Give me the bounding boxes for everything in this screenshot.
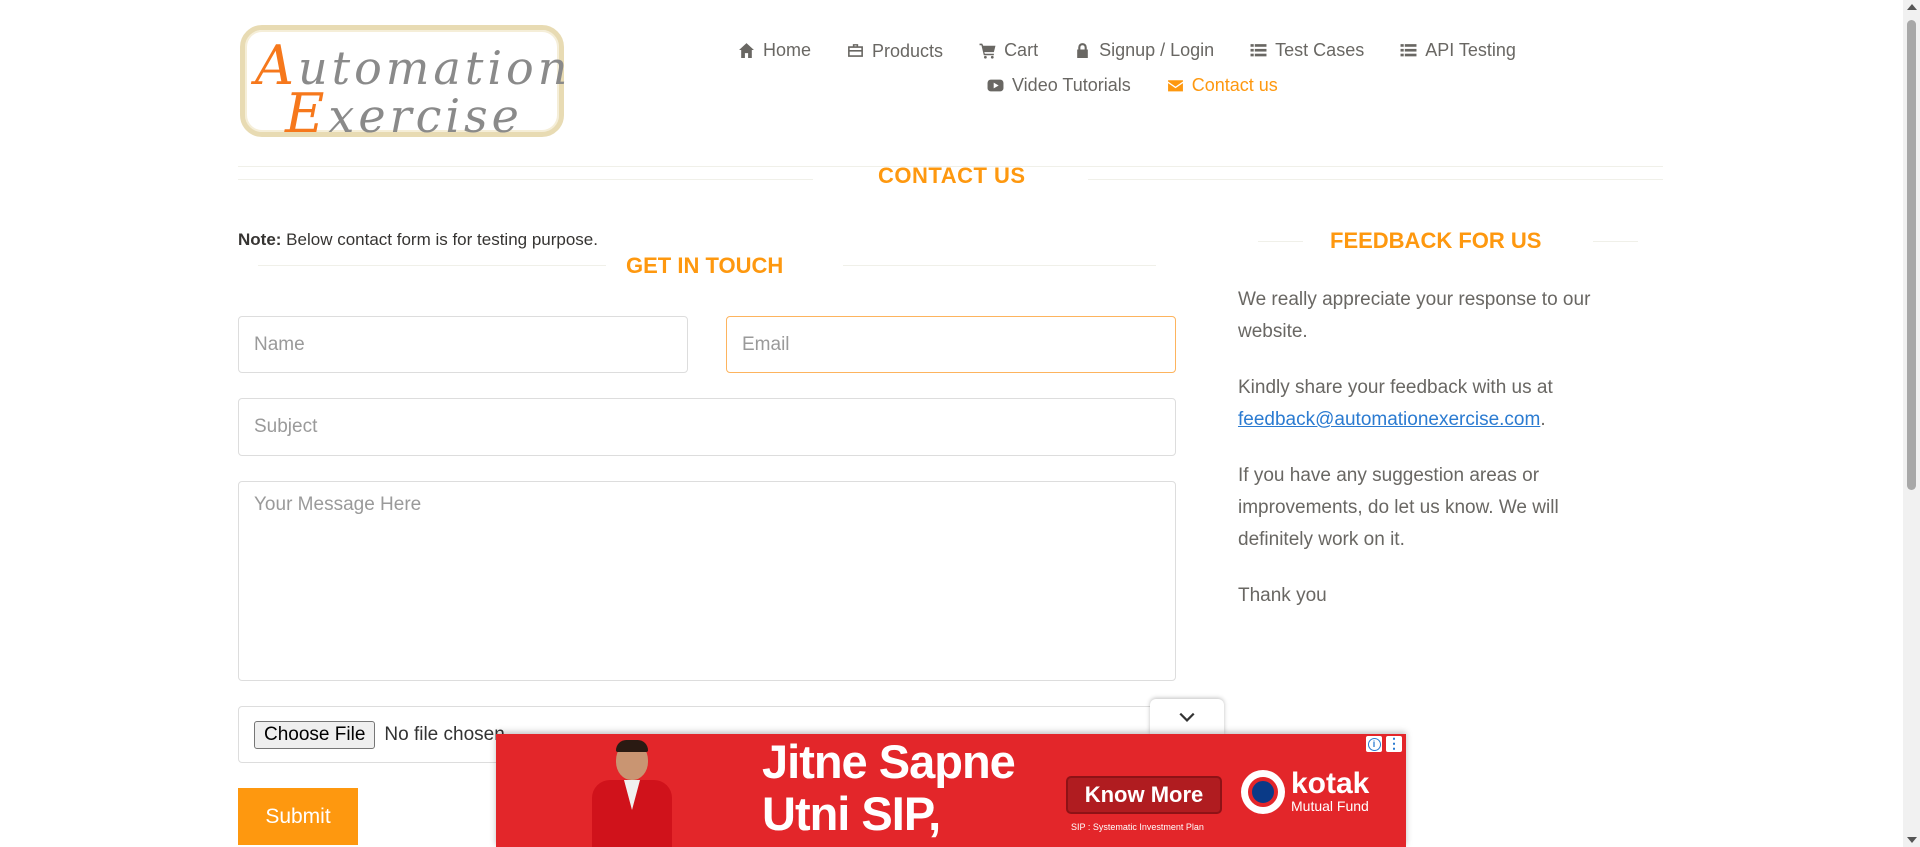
- ad-banner[interactable]: Jitne Sapne Utni SIP, Know More SIP : Sy…: [496, 734, 1406, 847]
- list-icon: [1400, 42, 1417, 59]
- feedback-p2-end: .: [1540, 409, 1546, 430]
- nav-test-cases-label: Test Cases: [1275, 39, 1365, 60]
- touch-line-left: [258, 265, 606, 266]
- nav-signup-login[interactable]: Signup / Login: [1074, 38, 1214, 62]
- nav-signup-login-label: Signup / Login: [1099, 39, 1215, 60]
- subject-input[interactable]: [238, 398, 1176, 456]
- message-textarea[interactable]: [238, 481, 1176, 681]
- feedback-paragraph-4: Thank you: [1238, 585, 1327, 606]
- name-input[interactable]: [238, 316, 688, 373]
- nav-video-tutorials-label: Video Tutorials: [1012, 75, 1131, 95]
- email-input[interactable]: [726, 316, 1176, 373]
- site-logo[interactable]: Automation Exercise: [240, 25, 567, 145]
- note-label: Note:: [238, 230, 282, 249]
- ad-headline-line-1: Jitne Sapne: [762, 735, 1016, 788]
- scroll-up-arrow-icon[interactable]: [1907, 4, 1917, 10]
- ad-cta-button[interactable]: Know More: [1066, 776, 1222, 814]
- nav-cart[interactable]: Cart: [979, 38, 1038, 62]
- feedback-text: We really appreciate your response to ou…: [1238, 284, 1638, 636]
- touch-line-right: [843, 265, 1156, 266]
- feedback-p2-text: Kindly share your feedback with us at: [1238, 377, 1553, 398]
- cart-icon: [979, 42, 996, 59]
- scroll-down-arrow-icon[interactable]: [1907, 837, 1917, 843]
- youtube-icon: [987, 77, 1004, 94]
- form-heading: GET IN TOUCH: [626, 253, 784, 278]
- ad-person-image: [586, 738, 678, 847]
- ad-headline-line-2: Utni SIP,: [762, 787, 941, 840]
- nav-home[interactable]: Home: [738, 38, 811, 62]
- title-line-right: [1088, 179, 1663, 180]
- file-status-text: No file chosen: [384, 723, 505, 745]
- ad-collapse-toggle[interactable]: [1150, 699, 1224, 735]
- nav-video-tutorials[interactable]: Video Tutorials: [987, 75, 1131, 96]
- feedback-heading: FEEDBACK FOR US: [1330, 228, 1542, 253]
- page-scrollbar[interactable]: [1903, 0, 1920, 847]
- ad-menu-icon[interactable]: ⋮: [1386, 736, 1402, 752]
- page-container: Automation Exercise Home Products Cart S…: [238, 0, 1663, 847]
- ad-headline: Jitne Sapne Utni SIP,: [762, 735, 1016, 840]
- main-nav: Home Products Cart Signup / Login Test C…: [738, 38, 1516, 96]
- ad-subtext: SIP : Systematic Investment Plan: [1071, 822, 1204, 832]
- note-text: Below contact form is for testing purpos…: [281, 230, 598, 249]
- lock-icon: [1074, 42, 1091, 59]
- feedback-paragraph-1: We really appreciate your response to ou…: [1238, 289, 1591, 342]
- feedback-paragraph-2: Kindly share your feedback with us at fe…: [1238, 372, 1638, 436]
- envelope-icon: [1167, 77, 1184, 94]
- ad-brand-name: kotak: [1291, 767, 1370, 800]
- nav-cart-label: Cart: [1004, 39, 1039, 60]
- form-note: Note: Below contact form is for testing …: [238, 230, 598, 250]
- feedback-line-right: [1593, 241, 1638, 242]
- choose-file-button[interactable]: Choose File: [254, 720, 376, 749]
- nav-products[interactable]: Products: [847, 38, 943, 62]
- nav-test-cases[interactable]: Test Cases: [1250, 38, 1364, 62]
- page-title: CONTACT US: [878, 163, 1026, 188]
- nav-contact-us[interactable]: Contact us: [1167, 75, 1278, 96]
- list-icon: [1250, 42, 1267, 59]
- logo-line-2: Exercise: [285, 82, 523, 145]
- feedback-email-link[interactable]: feedback@automationexercise.com: [1238, 409, 1540, 430]
- nav-home-label: Home: [763, 39, 812, 60]
- nav-api-testing[interactable]: API Testing: [1400, 38, 1516, 62]
- feedback-paragraph-3: If you have any suggestion areas or impr…: [1238, 465, 1559, 550]
- feedback-line-left: [1258, 241, 1303, 242]
- home-icon: [738, 42, 755, 59]
- ad-info-icon[interactable]: i: [1366, 736, 1382, 752]
- ad-brand-sub: Mutual Fund: [1291, 798, 1369, 814]
- nav-contact-us-label: Contact us: [1191, 75, 1278, 95]
- briefcase-icon: [847, 42, 864, 59]
- nav-api-testing-label: API Testing: [1425, 39, 1516, 60]
- ad-brand-logo: kotak Mutual Fund: [1241, 767, 1370, 814]
- scrollbar-thumb[interactable]: [1907, 20, 1916, 490]
- nav-products-label: Products: [872, 41, 944, 61]
- kotak-logo-icon: [1241, 770, 1285, 814]
- title-line-left: [238, 179, 813, 180]
- submit-button[interactable]: Submit: [238, 788, 358, 845]
- chevron-down-icon: [1179, 712, 1195, 722]
